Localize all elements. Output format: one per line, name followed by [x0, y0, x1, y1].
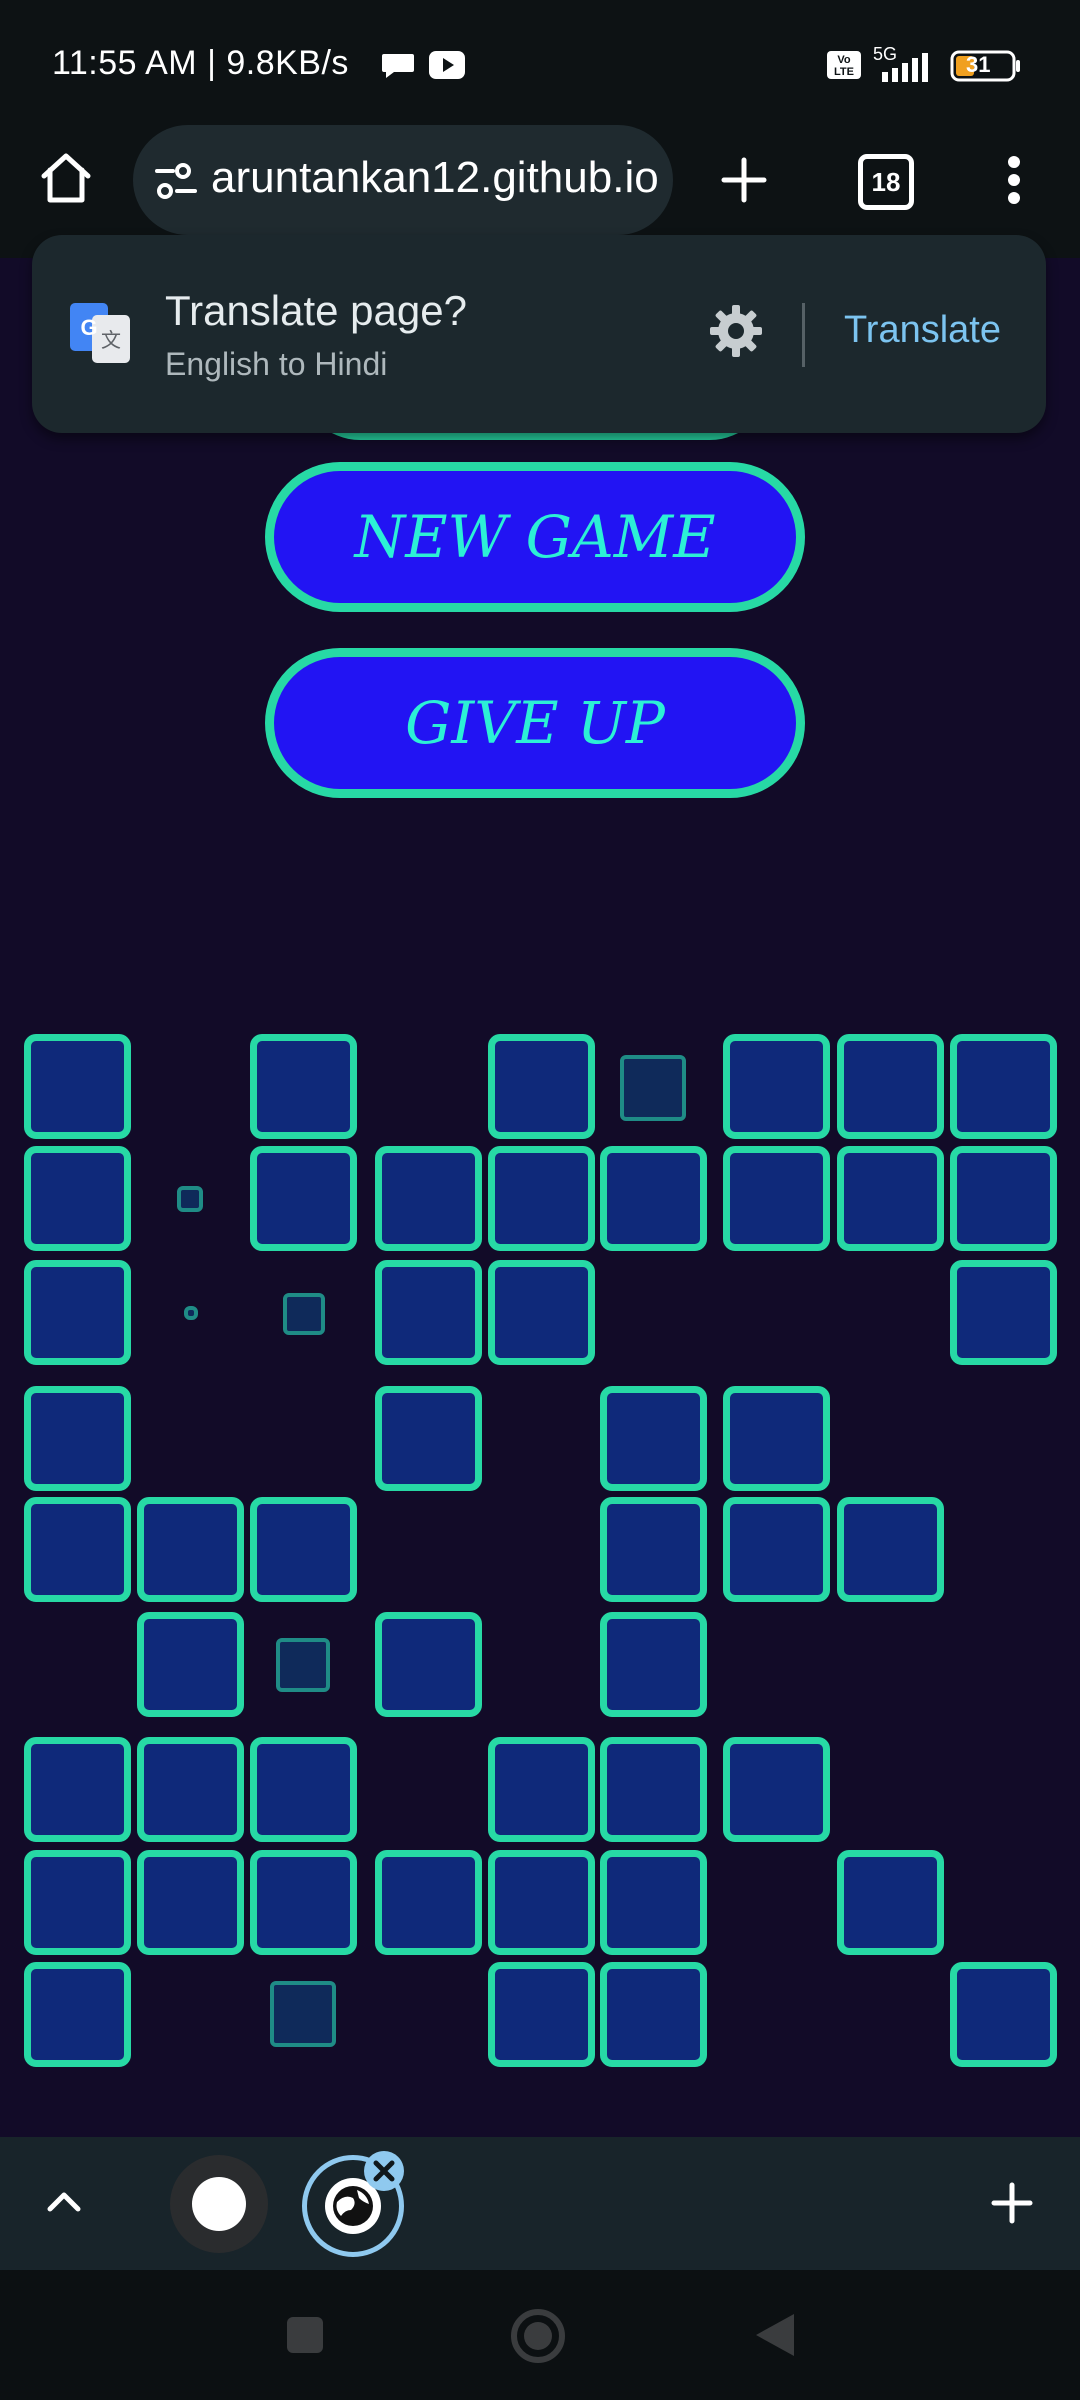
more-options-icon[interactable]	[1000, 154, 1028, 211]
grid-cell[interactable]	[250, 1850, 357, 1955]
grid-cell-fading[interactable]	[177, 1186, 203, 1212]
svg-text:Vo: Vo	[837, 54, 851, 66]
chat-notification-icon	[380, 50, 416, 87]
site-settings-icon[interactable]	[153, 161, 201, 206]
system-nav-bar	[0, 2270, 1080, 2400]
tab-strip	[0, 2137, 1080, 2270]
grid-cell[interactable]	[24, 1850, 131, 1955]
give-up-label: GIVE UP	[405, 689, 665, 757]
grid-cell[interactable]	[375, 1850, 482, 1955]
battery-level: 31	[966, 52, 991, 77]
volte-icon: Vo LTE	[826, 50, 862, 85]
grid-cell[interactable]	[837, 1850, 944, 1955]
grid-cell[interactable]	[375, 1612, 482, 1717]
grid-cell[interactable]	[723, 1146, 830, 1251]
grid-cell[interactable]	[488, 1962, 595, 2067]
grid-cell[interactable]	[137, 1850, 244, 1955]
translate-language-pair[interactable]: English to Hindi	[165, 346, 387, 383]
give-up-button[interactable]: GIVE UP	[265, 648, 805, 798]
grid-cell-fading[interactable]	[276, 1638, 330, 1692]
tab-thumbnail-blank[interactable]	[170, 2155, 268, 2253]
youtube-icon	[428, 50, 466, 85]
translate-popup: G文 Translate page? English to Hindi Tran…	[32, 235, 1046, 433]
grid-cell[interactable]	[950, 1034, 1057, 1139]
grid-cell[interactable]	[24, 1497, 131, 1602]
grid-cell[interactable]	[250, 1497, 357, 1602]
grid-cell[interactable]	[600, 1737, 707, 1842]
svg-text:G: G	[80, 315, 97, 340]
address-bar[interactable]: aruntankan12.github.io	[133, 125, 673, 235]
grid-cell[interactable]	[375, 1386, 482, 1491]
grid-cell[interactable]	[24, 1962, 131, 2067]
chevron-up-icon[interactable]	[44, 2185, 84, 2220]
grid-cell[interactable]	[837, 1146, 944, 1251]
grid-cell[interactable]	[950, 1146, 1057, 1251]
grid-cell-fading[interactable]	[184, 1306, 198, 1320]
status-bar: 11:55 AM | 9.8KB/s Vo LTE 5G 31	[0, 0, 1080, 130]
grid-cell[interactable]	[488, 1850, 595, 1955]
url-text[interactable]: aruntankan12.github.io	[211, 153, 659, 203]
signal-icon	[872, 52, 938, 89]
grid-cell[interactable]	[950, 1260, 1057, 1365]
close-tab-icon[interactable]	[362, 2149, 406, 2198]
home-nav-icon[interactable]	[510, 2308, 566, 2369]
add-tab-icon[interactable]	[990, 2181, 1034, 2230]
new-tab-icon[interactable]	[720, 156, 768, 209]
grid-cell[interactable]	[950, 1962, 1057, 2067]
tab-count: 18	[871, 166, 901, 197]
grid-cell-fading[interactable]	[620, 1055, 686, 1121]
grid-cell[interactable]	[600, 1612, 707, 1717]
grid-cell[interactable]	[600, 1386, 707, 1491]
grid-cell[interactable]	[24, 1034, 131, 1139]
svg-text:文: 文	[101, 329, 121, 352]
new-game-label: NEW GAME	[354, 503, 716, 571]
grid-cell[interactable]	[600, 1497, 707, 1602]
grid-cell[interactable]	[137, 1497, 244, 1602]
recents-icon[interactable]	[286, 2316, 324, 2359]
svg-text:LTE: LTE	[834, 66, 854, 78]
grid-cell[interactable]	[837, 1497, 944, 1602]
translate-button[interactable]: Translate	[844, 309, 1001, 352]
grid-cell[interactable]	[24, 1737, 131, 1842]
blank-tab-icon	[192, 2177, 246, 2231]
grid-cell[interactable]	[488, 1146, 595, 1251]
grid-cell[interactable]	[600, 1962, 707, 2067]
tab-switcher-button[interactable]: 18	[858, 154, 914, 210]
grid-cell[interactable]	[375, 1260, 482, 1365]
home-icon[interactable]	[38, 152, 94, 209]
grid-cell[interactable]	[600, 1146, 707, 1251]
grid-cell-fading[interactable]	[283, 1293, 325, 1335]
gear-icon[interactable]	[706, 301, 766, 366]
translate-title: Translate page?	[165, 287, 467, 334]
grid-cell[interactable]	[24, 1386, 131, 1491]
grid-cell[interactable]	[723, 1497, 830, 1602]
grid-cell[interactable]	[375, 1146, 482, 1251]
grid-cell[interactable]	[488, 1737, 595, 1842]
grid-cell[interactable]	[723, 1034, 830, 1139]
grid-cell[interactable]	[137, 1737, 244, 1842]
grid-cell[interactable]	[488, 1260, 595, 1365]
google-translate-icon: G文	[68, 301, 132, 370]
grid-cell[interactable]	[723, 1737, 830, 1842]
grid-cell[interactable]	[137, 1612, 244, 1717]
grid-cell[interactable]	[488, 1034, 595, 1139]
status-time: 11:55 AM | 9.8KB/s	[52, 44, 349, 82]
grid-cell[interactable]	[250, 1034, 357, 1139]
grid-cell[interactable]	[24, 1146, 131, 1251]
grid-cell[interactable]	[250, 1146, 357, 1251]
grid-cell[interactable]	[837, 1034, 944, 1139]
grid-cell[interactable]	[723, 1386, 830, 1491]
grid-cell-fading[interactable]	[270, 1981, 336, 2047]
grid-cell[interactable]	[24, 1260, 131, 1365]
new-game-button[interactable]: NEW GAME	[265, 462, 805, 612]
back-icon[interactable]	[752, 2310, 798, 2365]
grid-cell[interactable]	[600, 1850, 707, 1955]
grid-cell[interactable]	[250, 1737, 357, 1842]
divider	[802, 303, 805, 367]
